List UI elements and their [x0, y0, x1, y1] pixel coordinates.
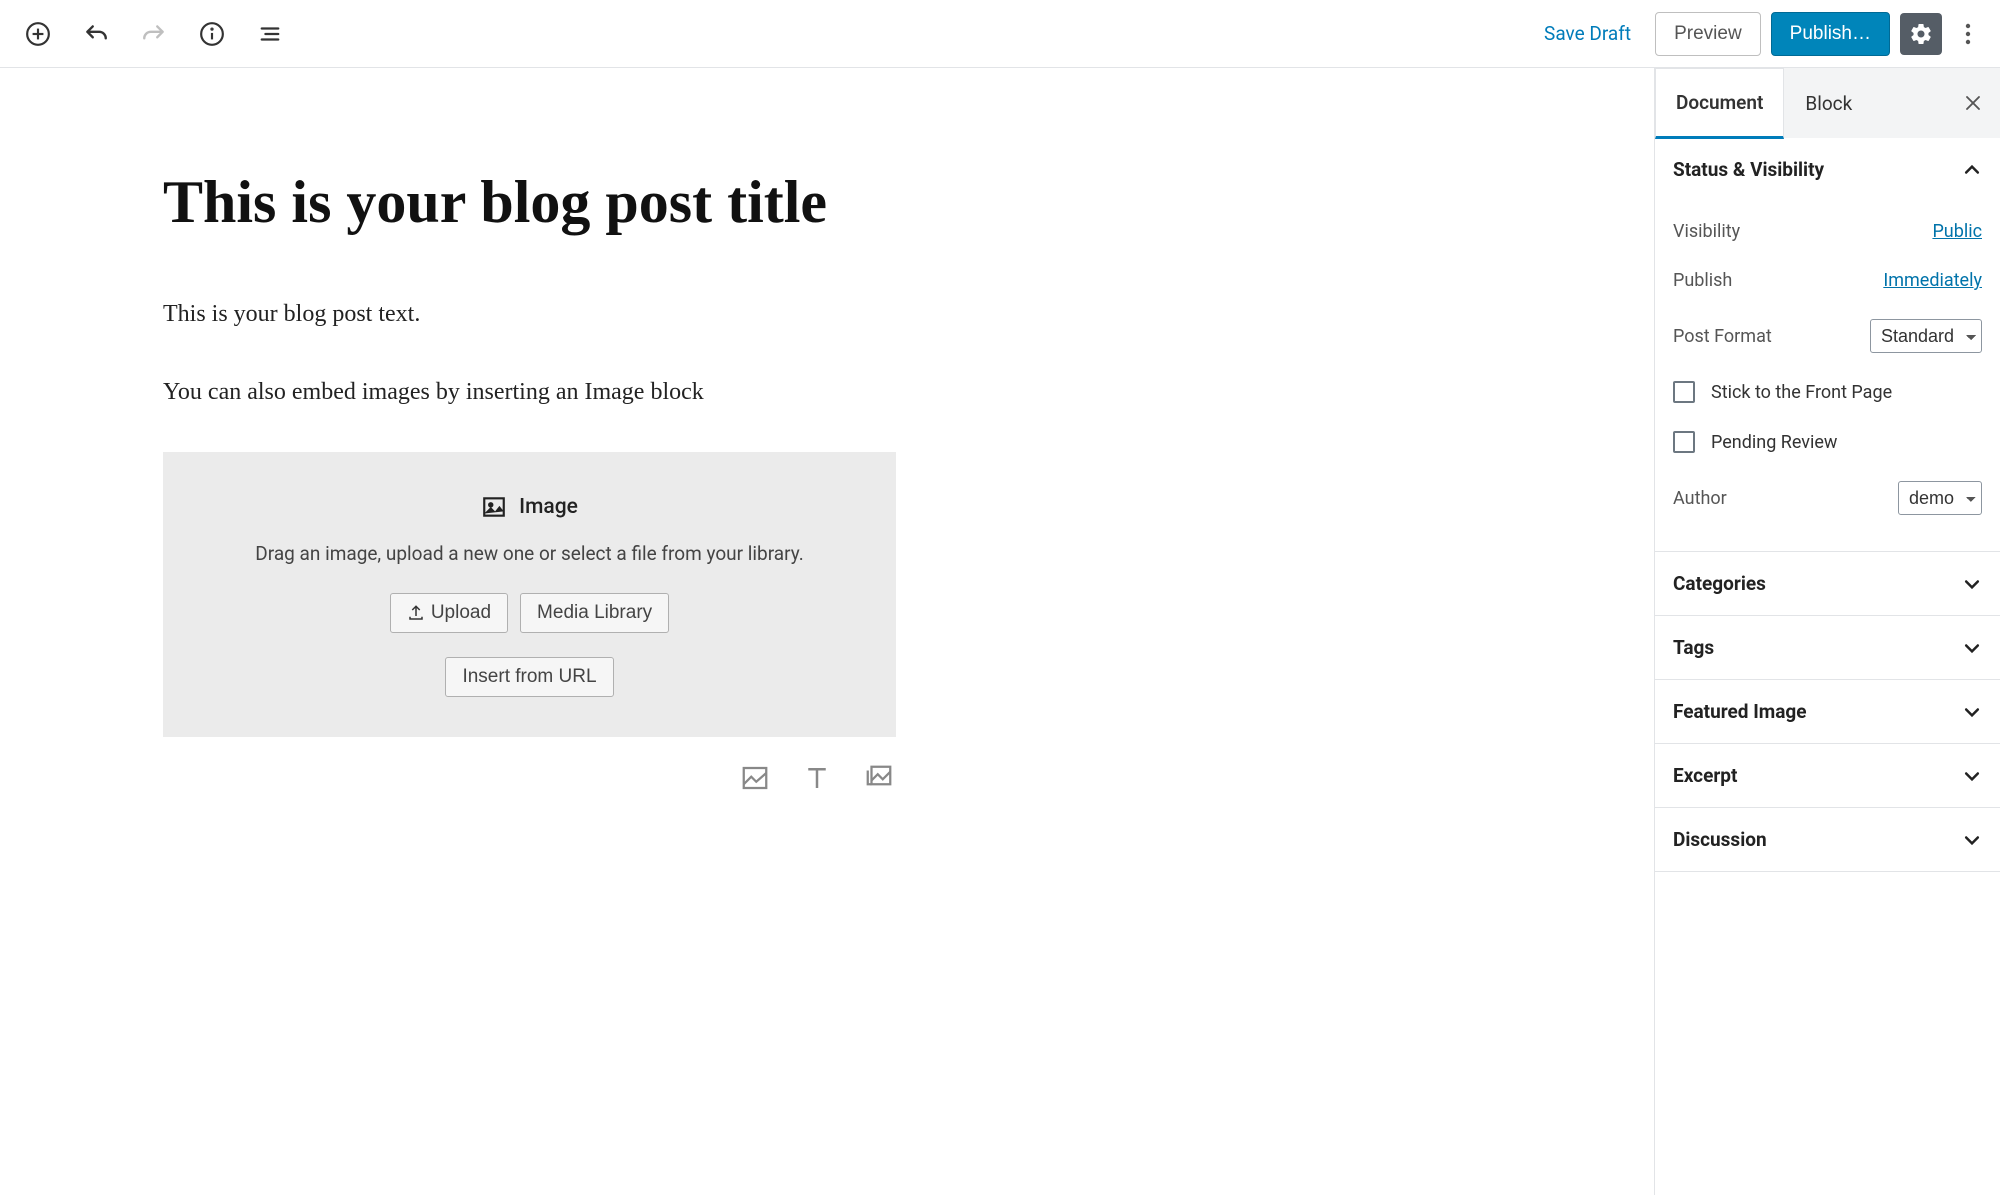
chevron-down-icon [1962, 574, 1982, 594]
panel-discussion: Discussion [1655, 808, 2000, 872]
panel-title: Featured Image [1673, 700, 1807, 723]
pending-review-checkbox[interactable] [1673, 431, 1695, 453]
panel-tags: Tags [1655, 616, 2000, 680]
image-block-placeholder[interactable]: Image Drag an image, upload a new one or… [163, 452, 896, 737]
gallery-inserter-icon[interactable] [864, 763, 896, 795]
preview-button[interactable]: Preview [1655, 12, 1761, 56]
chevron-down-icon [1962, 702, 1982, 722]
publish-button[interactable]: Publish… [1771, 12, 1890, 56]
panel-title: Excerpt [1673, 764, 1737, 787]
chevron-down-icon [1962, 638, 1982, 658]
panel-title: Tags [1673, 636, 1714, 659]
post-title[interactable]: This is your blog post title [163, 168, 896, 237]
panel-excerpt: Excerpt [1655, 744, 2000, 808]
add-block-button[interactable] [20, 16, 56, 52]
visibility-link[interactable]: Public [1932, 221, 1982, 242]
visibility-label: Visibility [1673, 221, 1740, 242]
info-button[interactable] [194, 16, 230, 52]
pending-review-label: Pending Review [1711, 432, 1837, 453]
post-format-label: Post Format [1673, 326, 1772, 347]
author-select[interactable]: demo [1898, 481, 1982, 515]
post-format-select[interactable]: Standard [1870, 319, 1982, 353]
close-sidebar-button[interactable] [1946, 94, 2000, 112]
settings-sidebar: Document Block Status & Visibility Visib… [1654, 68, 2000, 1195]
panel-header-categories[interactable]: Categories [1655, 552, 2000, 615]
more-options-button[interactable] [1952, 13, 1984, 55]
undo-button[interactable] [78, 16, 114, 52]
outline-button[interactable] [252, 16, 288, 52]
insert-from-url-button[interactable]: Insert from URL [445, 657, 613, 697]
chevron-down-icon [1962, 830, 1982, 850]
image-inserter-icon[interactable] [740, 763, 772, 795]
panel-categories: Categories [1655, 552, 2000, 616]
media-library-button[interactable]: Media Library [520, 593, 669, 633]
toolbar-left [16, 16, 288, 52]
block-inserter-suggestions [163, 737, 896, 795]
panel-header-discussion[interactable]: Discussion [1655, 808, 2000, 871]
stick-front-page-label: Stick to the Front Page [1711, 382, 1892, 403]
paragraph-block[interactable]: This is your blog post text. [163, 295, 896, 333]
paragraph-block[interactable]: You can also embed images by inserting a… [163, 373, 896, 411]
stick-front-page-checkbox[interactable] [1673, 381, 1695, 403]
publish-link[interactable]: Immediately [1883, 270, 1982, 291]
toolbar-right: Save Draft Preview Publish… [1530, 12, 1984, 56]
text-inserter-icon[interactable] [802, 763, 834, 795]
upload-button[interactable]: Upload [390, 593, 508, 633]
publish-label: Publish [1673, 270, 1732, 291]
panel-header-status[interactable]: Status & Visibility [1655, 138, 2000, 201]
tab-document[interactable]: Document [1655, 68, 1784, 139]
panel-featured-image: Featured Image [1655, 680, 2000, 744]
image-icon [481, 494, 507, 520]
panel-header-excerpt[interactable]: Excerpt [1655, 744, 2000, 807]
panel-header-featured-image[interactable]: Featured Image [1655, 680, 2000, 743]
panel-status-visibility: Status & Visibility Visibility Public Pu… [1655, 138, 2000, 552]
redo-button[interactable] [136, 16, 172, 52]
save-draft-button[interactable]: Save Draft [1530, 14, 1645, 53]
upload-label: Upload [431, 602, 491, 624]
author-label: Author [1673, 488, 1727, 509]
image-block-description: Drag an image, upload a new one or selec… [183, 542, 876, 565]
sidebar-tabs: Document Block [1655, 68, 2000, 138]
panel-title: Discussion [1673, 828, 1767, 851]
upload-icon [407, 604, 425, 622]
chevron-down-icon [1962, 766, 1982, 786]
settings-button[interactable] [1900, 13, 1942, 55]
editor-canvas: This is your blog post title This is you… [0, 68, 1654, 1195]
tab-block[interactable]: Block [1784, 69, 1873, 138]
image-block-label: Image [519, 495, 578, 519]
top-toolbar: Save Draft Preview Publish… [0, 0, 2000, 68]
chevron-up-icon [1962, 160, 1982, 180]
panel-header-tags[interactable]: Tags [1655, 616, 2000, 679]
panel-title: Status & Visibility [1673, 158, 1824, 181]
main-area: This is your blog post title This is you… [0, 68, 2000, 1195]
panel-title: Categories [1673, 572, 1766, 595]
